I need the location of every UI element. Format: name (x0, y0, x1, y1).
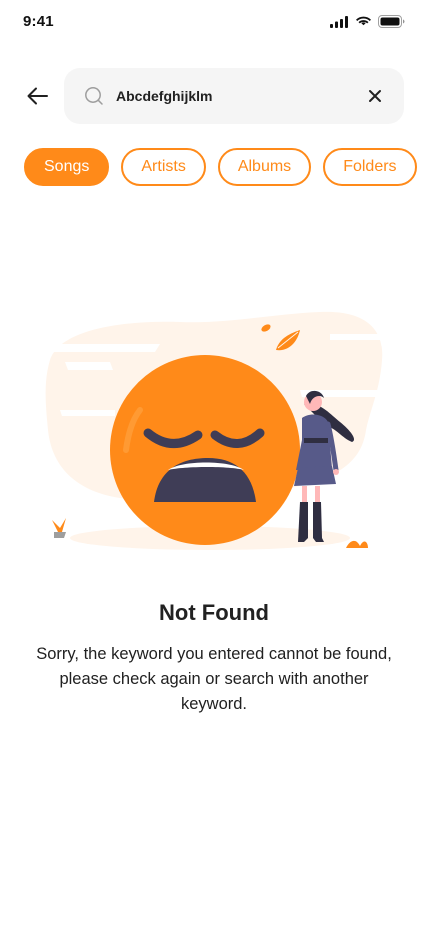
empty-state-title: Not Found (159, 600, 269, 625)
filter-chip-albums[interactable]: Albums (217, 148, 312, 186)
search-box[interactable] (64, 68, 404, 124)
empty-state-message: Sorry, the keyword you entered cannot be… (36, 645, 392, 713)
close-icon (369, 90, 381, 102)
clear-search-button[interactable] (366, 87, 384, 105)
status-time: 9:41 (23, 13, 54, 30)
wifi-icon (356, 16, 371, 25)
filter-chip-songs[interactable]: Songs (24, 148, 110, 186)
back-button[interactable] (24, 82, 52, 110)
not-found-illustration (45, 311, 385, 550)
status-icons (330, 15, 405, 28)
search-input[interactable] (116, 68, 346, 124)
battery-icon (378, 15, 405, 28)
filter-chip-folders[interactable]: Folders (323, 148, 417, 186)
search-header (0, 68, 428, 124)
filter-tabs: Songs Artists Albums Folders (24, 148, 417, 186)
filter-chip-artists[interactable]: Artists (121, 148, 206, 186)
search-icon (85, 87, 103, 105)
cellular-signal-icon (330, 15, 348, 28)
arrow-left-icon (27, 87, 48, 105)
status-bar: 9:41 (0, 0, 428, 44)
